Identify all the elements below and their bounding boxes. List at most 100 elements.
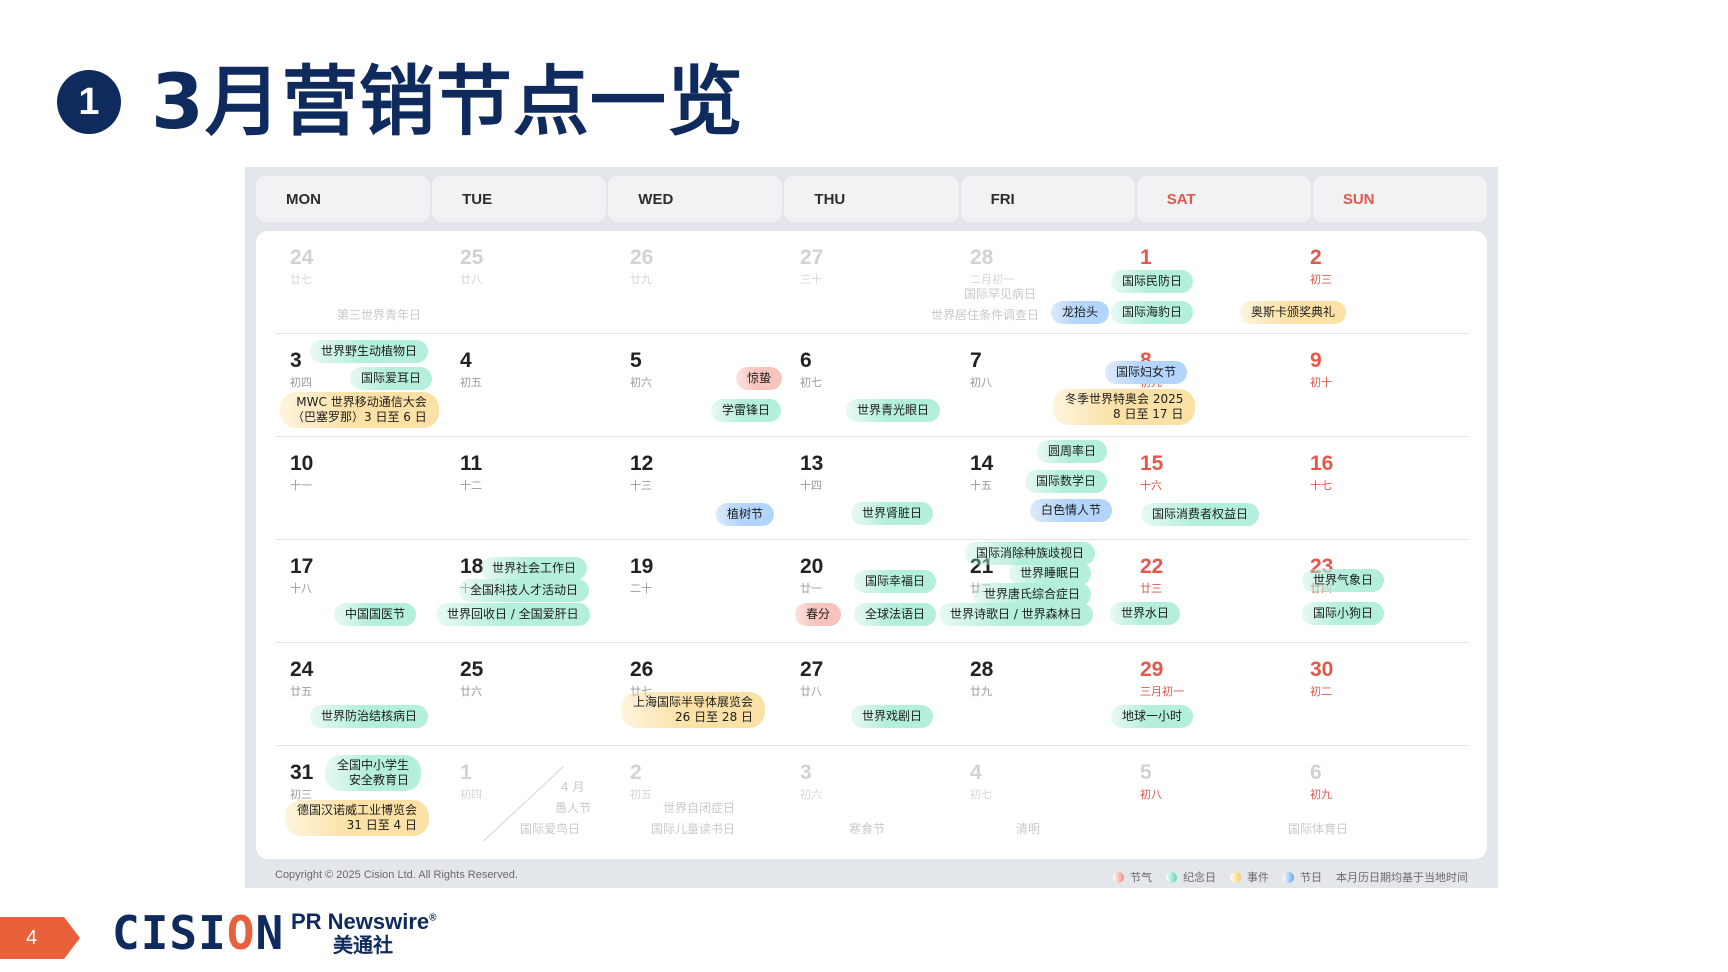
lunar-date: 廿七 [290, 273, 312, 286]
lunar-date: 十六 [1140, 479, 1162, 492]
day-number: 5 [630, 349, 642, 372]
lunar-date: 廿八 [800, 685, 822, 698]
weekday-mon: MON [256, 176, 431, 222]
day-number: 10 [290, 452, 314, 475]
day-cell: 28 廿九 [956, 643, 1126, 746]
event-tag: 龙抬头 [1051, 301, 1110, 324]
event-tag-multiline: 全国中小学生 安全教育日 [325, 755, 422, 791]
event-tag: 白色情人节 [1030, 499, 1113, 522]
lunar-date: 初四 [460, 788, 482, 801]
day-number: 1 [460, 761, 472, 784]
event-tag: 全球法语日 [854, 603, 937, 626]
lunar-date: 初四 [290, 376, 312, 389]
slide: 1 3月营销节点一览 MON TUE WED THU FRI SAT SUN 2… [0, 0, 1728, 972]
commemoration-dot-icon [1166, 871, 1177, 883]
prnewswire-logo: PR Newswire® 美通社 [291, 909, 437, 957]
event-tag: 国际小狗日 [1302, 602, 1385, 625]
lunar-date: 初十 [1310, 376, 1332, 389]
day-number: 28 [970, 246, 994, 269]
event-label: 国际爱鸟日 [520, 822, 581, 836]
day-cell: 22 廿三 [1126, 540, 1296, 643]
legend-label: 事件 [1247, 871, 1269, 884]
legend-item: 节日 [1283, 869, 1322, 885]
holiday-dot-icon [1283, 871, 1294, 883]
month-label: 4 月 [561, 780, 585, 794]
weekday-header-row: MON TUE WED THU FRI SAT SUN [256, 176, 1487, 222]
lunar-date: 二十 [630, 582, 652, 595]
lunar-date: 初三 [1310, 273, 1332, 286]
legend-item: 纪念日 [1166, 869, 1216, 885]
day-cell: 26 廿九 [616, 231, 786, 334]
event-tag: 全国科技人才活动日 [459, 579, 590, 602]
week-row-2: 3 初四 4 初五 5 初六 6 初七 7 初八 9 初十 世界野生动植物日 国… [276, 334, 1469, 437]
event-tag: 奥斯卡颁奖典礼 [1240, 301, 1347, 324]
lunar-date: 初八 [1140, 788, 1162, 801]
event-label: 国际罕见病日 [964, 287, 1037, 301]
day-number: 14 [970, 452, 994, 475]
weekday-wed: WED [608, 176, 783, 222]
event-tag-multiline: 上海国际半导体展览会 26 日至 28 日 [621, 692, 766, 728]
event-tag: 世界防治结核病日 [310, 705, 429, 728]
day-cell: 19 二十 [616, 540, 786, 643]
event-dot-icon [1230, 871, 1241, 883]
day-number: 3 [800, 761, 812, 784]
lunar-date: 廿九 [970, 685, 992, 698]
calendar: MON TUE WED THU FRI SAT SUN 24 廿七 25 廿八 … [245, 167, 1498, 888]
day-number: 22 [1140, 555, 1164, 578]
lunar-date: 初六 [800, 788, 822, 801]
day-number: 5 [1140, 761, 1152, 784]
lunar-date: 廿九 [630, 273, 652, 286]
event-tag: 圆周率日 [1037, 440, 1108, 463]
week-row-6: 31 初三 1 初四 2 初五 3 初六 4 初七 5 初八 6 初九 全国中小… [276, 746, 1469, 849]
calendar-footer: Copyright © 2025 Cision Ltd. All Rights … [275, 867, 1468, 885]
day-number: 24 [290, 246, 314, 269]
event-tag-multiline: 冬季世界特奥会 2025 8 日至 17 日 [1053, 389, 1196, 425]
lunar-date: 廿一 [800, 582, 822, 595]
day-number: 28 [970, 658, 994, 681]
event-tag: 世界社会工作日 [481, 557, 588, 580]
calendar-grid: 24 廿七 25 廿八 26 廿九 27 三十 28 二月初一 1 2 初三 第… [256, 231, 1487, 859]
day-number: 7 [970, 349, 982, 372]
day-number: 25 [460, 246, 484, 269]
lunar-date: 初九 [1310, 788, 1332, 801]
lunar-date: 十四 [800, 479, 822, 492]
lunar-date: 十八 [290, 582, 312, 595]
legend-item: 事件 [1230, 869, 1269, 885]
weekday-fri: FRI [960, 176, 1135, 222]
day-cell: 16 十七 [1296, 437, 1466, 540]
week-row-5: 24 廿五 25 廿六 26 廿七 27 廿八 28 廿九 [276, 643, 1469, 746]
solar-term-dot-icon [1113, 871, 1124, 883]
event-tag: 国际幸福日 [854, 570, 937, 593]
day-number: 4 [460, 349, 472, 372]
event-label: 寒食节 [849, 822, 886, 836]
event-label: 国际体育日 [1288, 822, 1349, 836]
event-tag: 国际妇女节 [1105, 361, 1188, 384]
event-tag: 国际海豹日 [1111, 301, 1194, 324]
event-tag: 植树节 [716, 503, 775, 526]
lunar-date: 初五 [630, 788, 652, 801]
day-number: 18 [460, 555, 484, 578]
lunar-date: 廿八 [460, 273, 482, 286]
event-label: 清明 [1016, 822, 1041, 836]
day-number: 15 [1140, 452, 1164, 475]
weekday-thu: THU [784, 176, 959, 222]
day-cell: 30 初二 [1296, 643, 1466, 746]
event-tag: 国际数学日 [1025, 470, 1108, 493]
lunar-date: 初六 [630, 376, 652, 389]
event-label: 世界居住条件调查日 [931, 308, 1040, 322]
lunar-date: 十五 [970, 479, 992, 492]
event-tag: 世界气象日 [1302, 569, 1385, 592]
day-cell: 10 十一 [276, 437, 446, 540]
week-row-3: 10 十一 11 十二 12 十三 13 十四 14 十五 15 十六 16 十… [276, 437, 1469, 540]
event-tag: 世界戏剧日 [851, 705, 934, 728]
legend-label: 节日 [1300, 871, 1322, 884]
weekday-sat: SAT [1136, 176, 1311, 222]
event-tag: 中国国医节 [334, 603, 417, 626]
day-number: 19 [630, 555, 654, 578]
day-cell: 4 初七 [956, 746, 1126, 849]
day-number: 6 [1310, 761, 1322, 784]
event-tag: 国际消费者权益日 [1141, 503, 1260, 526]
day-number: 2 [630, 761, 642, 784]
day-cell: 25 廿六 [446, 643, 616, 746]
lunar-date: 初八 [970, 376, 992, 389]
